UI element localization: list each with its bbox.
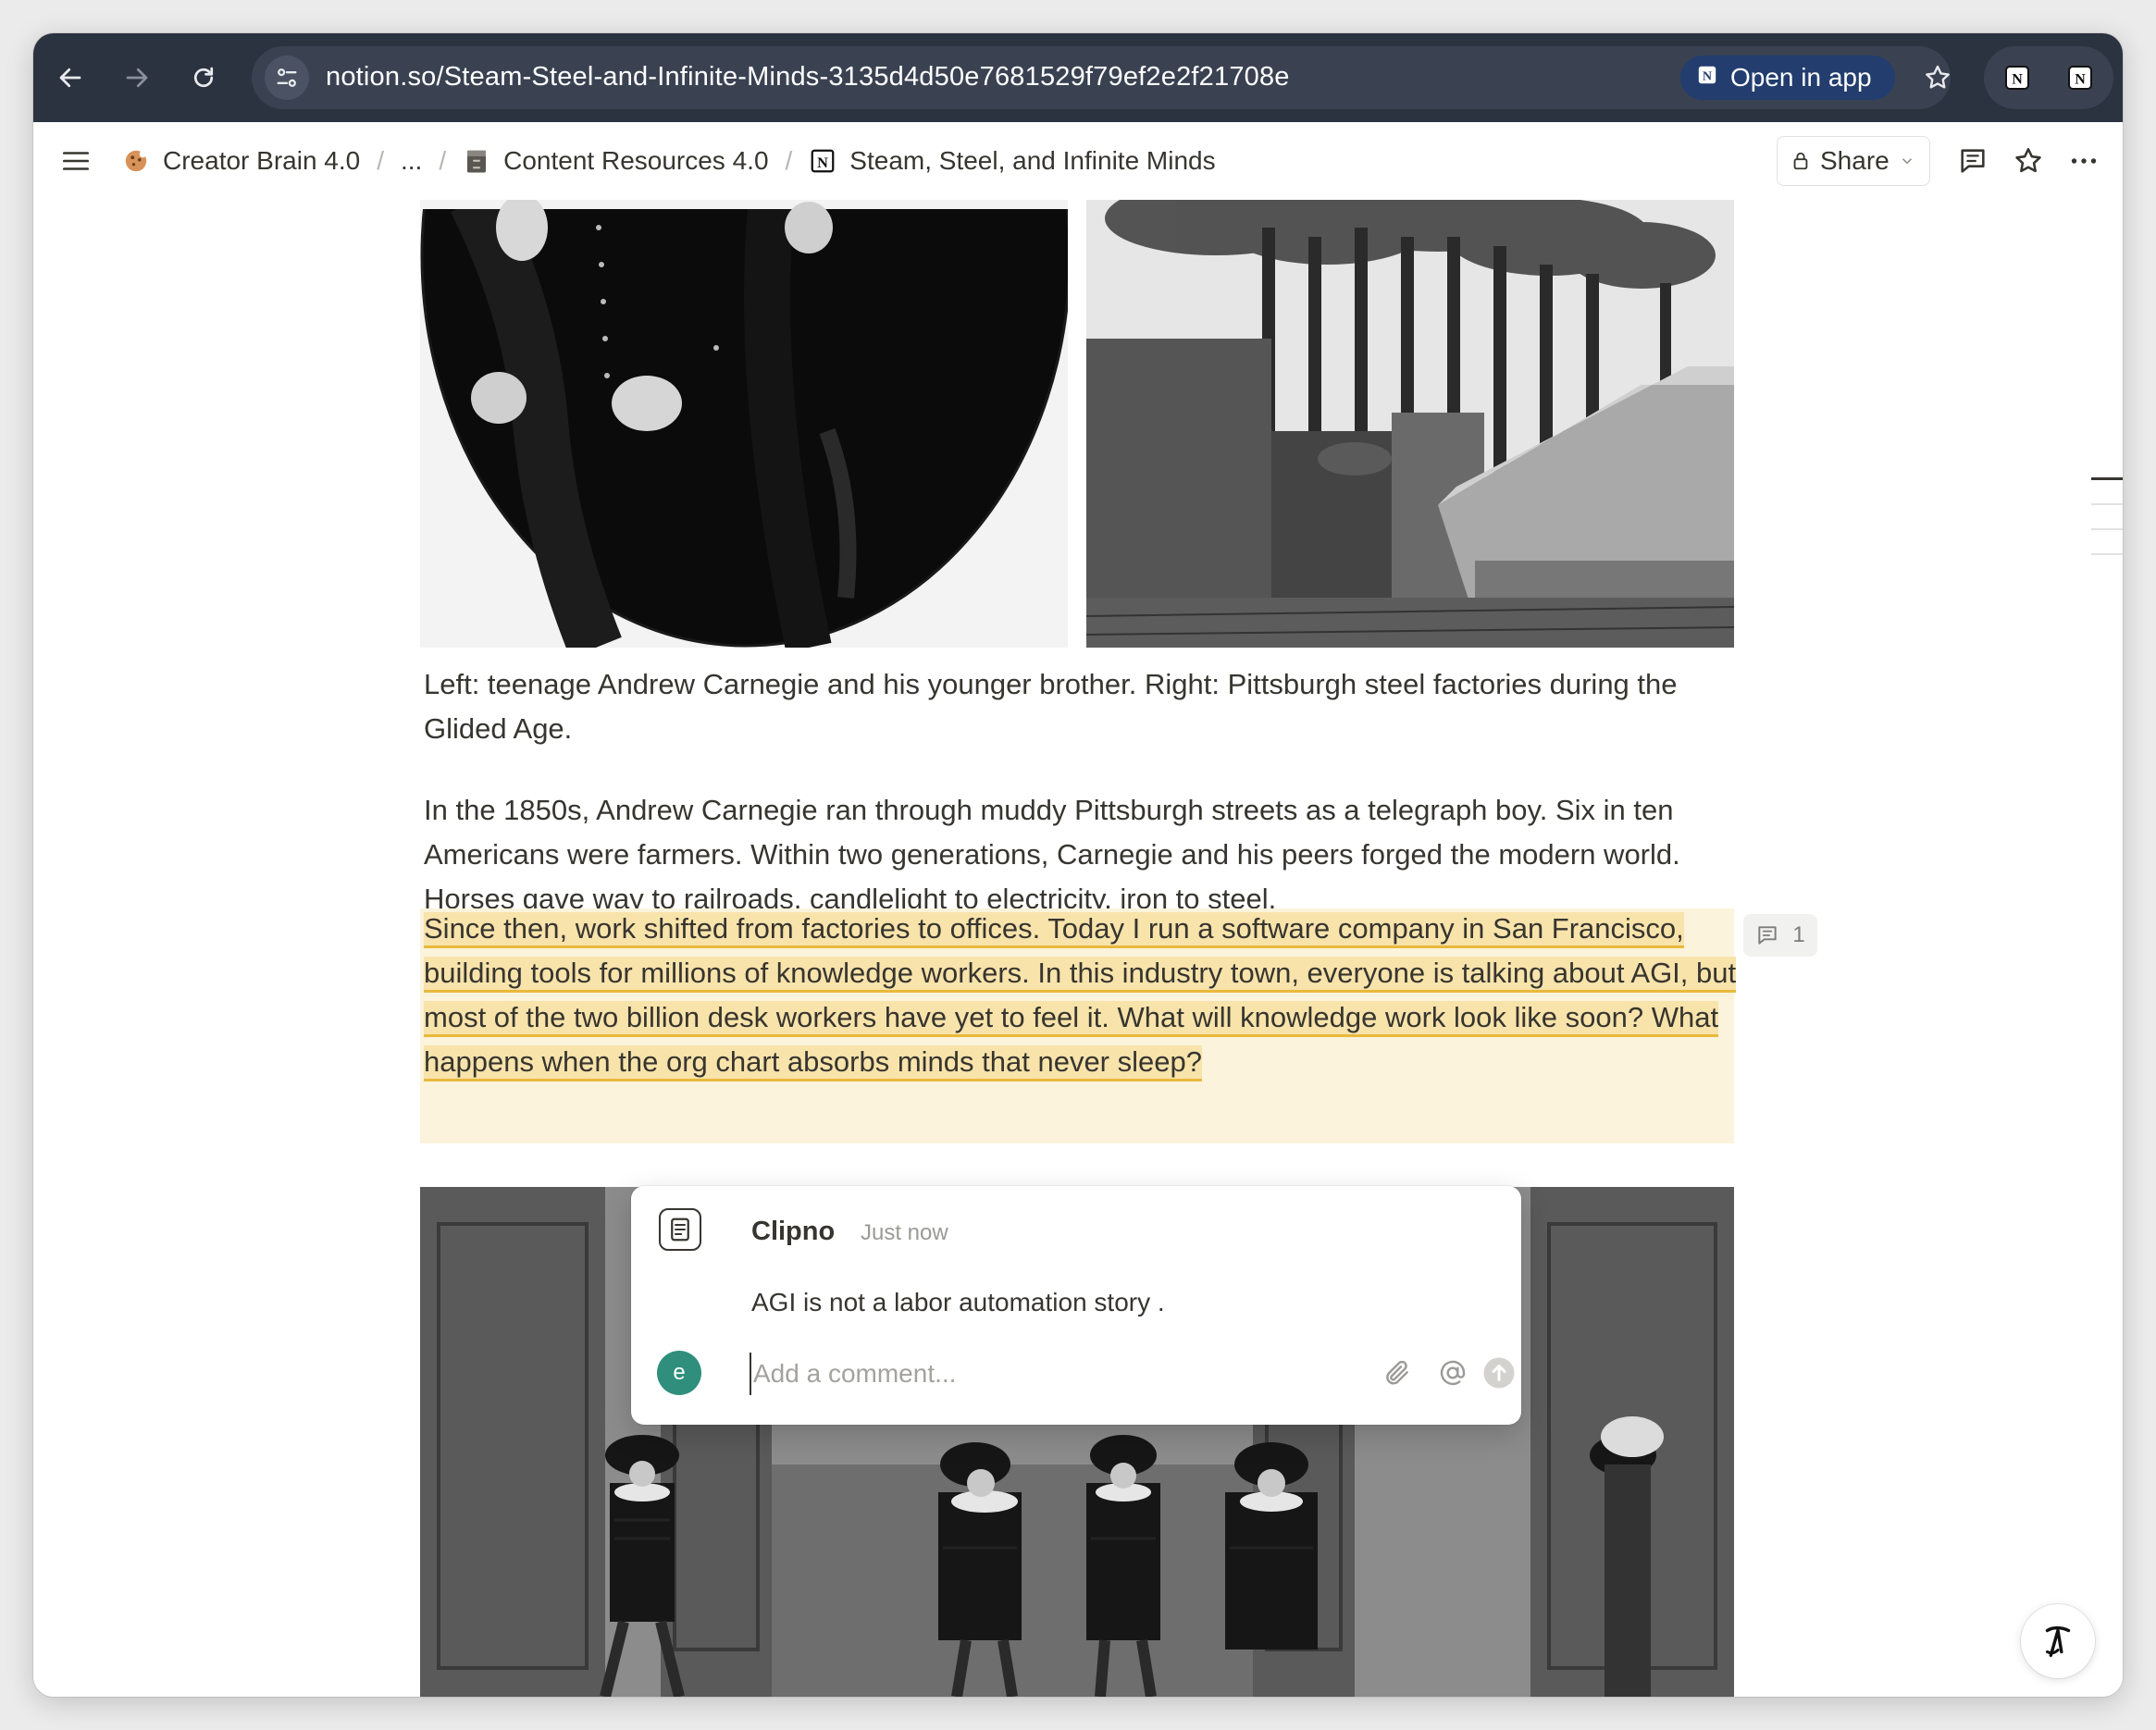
attach-button[interactable] — [1377, 1353, 1418, 1393]
favorite-button[interactable] — [2008, 141, 2049, 181]
send-comment-button[interactable] — [1482, 1353, 1516, 1393]
browser-toolbar: notion.so/Steam-Steel-and-Infinite-Minds… — [33, 33, 2123, 122]
steel-factory-image[interactable] — [1086, 200, 1734, 648]
comment-count: 1 — [1792, 922, 1805, 947]
comment-highlight[interactable]: Since then, work shifted from factories … — [424, 912, 1737, 1081]
url-text[interactable]: notion.so/Steam-Steel-and-Infinite-Minds… — [326, 62, 1290, 93]
address-bar[interactable]: notion.so/Steam-Steel-and-Infinite-Minds… — [252, 46, 1951, 109]
reload-icon — [193, 67, 214, 88]
extension-button[interactable]: N — [2060, 57, 2100, 98]
mention-button[interactable] — [1432, 1353, 1473, 1393]
lock-icon — [1790, 151, 1811, 171]
breadcrumb-separator: / — [377, 146, 384, 175]
notion-ai-icon — [2045, 1625, 2071, 1658]
breadcrumb-item[interactable]: Creator Brain 4.0 — [122, 146, 360, 176]
toc-item[interactable] — [2091, 553, 2123, 555]
forward-button[interactable] — [117, 57, 157, 98]
share-button[interactable]: Share — [1777, 136, 1930, 186]
open-in-app-button[interactable]: N Open in app — [1680, 56, 1895, 100]
portrait-image[interactable] — [420, 200, 1068, 648]
menu-icon — [62, 152, 90, 170]
more-options-button[interactable] — [2063, 141, 2104, 181]
paragraph: In the 1850s, Andrew Carnegie ran throug… — [424, 794, 1680, 915]
file-cabinet-icon — [463, 147, 490, 175]
browser-window: notion.so/Steam-Steel-and-Infinite-Minds… — [33, 33, 2123, 1697]
breadcrumb-label: Content Resources 4.0 — [503, 146, 769, 175]
comment-text: AGI is not a labor automation story . — [751, 1288, 1165, 1316]
comment-count-badge[interactable]: 1 — [1743, 914, 1817, 957]
chevron-down-icon — [1899, 153, 1915, 169]
current-user-avatar: e — [657, 1351, 701, 1395]
breadcrumb-label: Steam, Steel, and Infinite Minds — [849, 146, 1216, 175]
star-icon — [2015, 147, 2041, 173]
extension-button[interactable]: N — [1997, 57, 2038, 98]
extensions-group: N N — [1984, 46, 2113, 109]
breadcrumb-label: ... — [401, 146, 423, 175]
toc-item[interactable] — [2091, 477, 2123, 480]
breadcrumb-separator: / — [785, 146, 793, 175]
comment-input[interactable] — [750, 1353, 1347, 1395]
ai-assistant-button[interactable] — [2021, 1604, 2095, 1678]
notion-logo-icon: N — [809, 147, 836, 175]
arrow-right-icon — [126, 68, 148, 88]
notion-extension-icon: N — [2005, 66, 2029, 90]
arrow-left-icon — [59, 68, 81, 88]
breadcrumb-item[interactable]: Content Resources 4.0 — [463, 146, 769, 176]
comments-button[interactable] — [1952, 141, 1993, 181]
toc-item[interactable] — [2091, 528, 2123, 530]
document-icon — [671, 1217, 689, 1242]
table-of-contents[interactable] — [2091, 477, 2123, 578]
comment-timestamp: Just now — [861, 1220, 948, 1245]
svg-text:N: N — [2012, 72, 2023, 88]
page-content: Left: teenage Andrew Carnegie and his yo… — [33, 200, 2123, 1697]
at-sign-icon — [1440, 1360, 1466, 1386]
more-horizontal-icon — [2071, 158, 2097, 164]
open-in-app-label: Open in app — [1730, 63, 1872, 92]
tune-icon — [277, 68, 297, 87]
sidebar-toggle-button[interactable] — [56, 141, 96, 181]
svg-text:N: N — [2075, 72, 2086, 88]
cookie-icon — [122, 147, 150, 175]
paperclip-icon — [1386, 1360, 1408, 1385]
comment-popover: Clipno Just now AGI is not a labor autom… — [631, 1186, 1521, 1425]
svg-text:N: N — [1703, 68, 1712, 83]
notion-extension-icon: N — [2068, 66, 2092, 90]
breadcrumb: Creator Brain 4.0 / ... / Content Resour… — [122, 122, 1216, 200]
arrow-up-icon — [1483, 1357, 1515, 1389]
notion-logo-icon: N — [1695, 63, 1719, 93]
comment-icon — [1755, 923, 1779, 947]
image-caption: Left: teenage Andrew Carnegie and his yo… — [424, 668, 1678, 745]
breadcrumb-item[interactable]: N Steam, Steel, and Infinite Minds — [809, 146, 1216, 176]
author-avatar — [659, 1208, 701, 1251]
svg-text:N: N — [817, 154, 828, 171]
notion-topbar: Creator Brain 4.0 / ... / Content Resour… — [33, 122, 2123, 200]
site-info-button[interactable] — [265, 56, 309, 100]
bookmark-button[interactable] — [1917, 57, 1958, 98]
star-icon — [1926, 65, 1950, 89]
comment-author: Clipno — [751, 1217, 836, 1246]
reload-button[interactable] — [183, 57, 224, 98]
breadcrumb-label: Creator Brain 4.0 — [163, 146, 361, 175]
toc-item[interactable] — [2091, 503, 2123, 505]
breadcrumb-separator: / — [439, 146, 447, 175]
comment-icon — [1961, 149, 1985, 173]
back-button[interactable] — [50, 57, 91, 98]
share-label: Share — [1820, 146, 1890, 175]
commented-paragraph[interactable]: Since then, work shifted from factories … — [424, 907, 1738, 1084]
breadcrumb-item[interactable]: ... — [401, 146, 422, 176]
